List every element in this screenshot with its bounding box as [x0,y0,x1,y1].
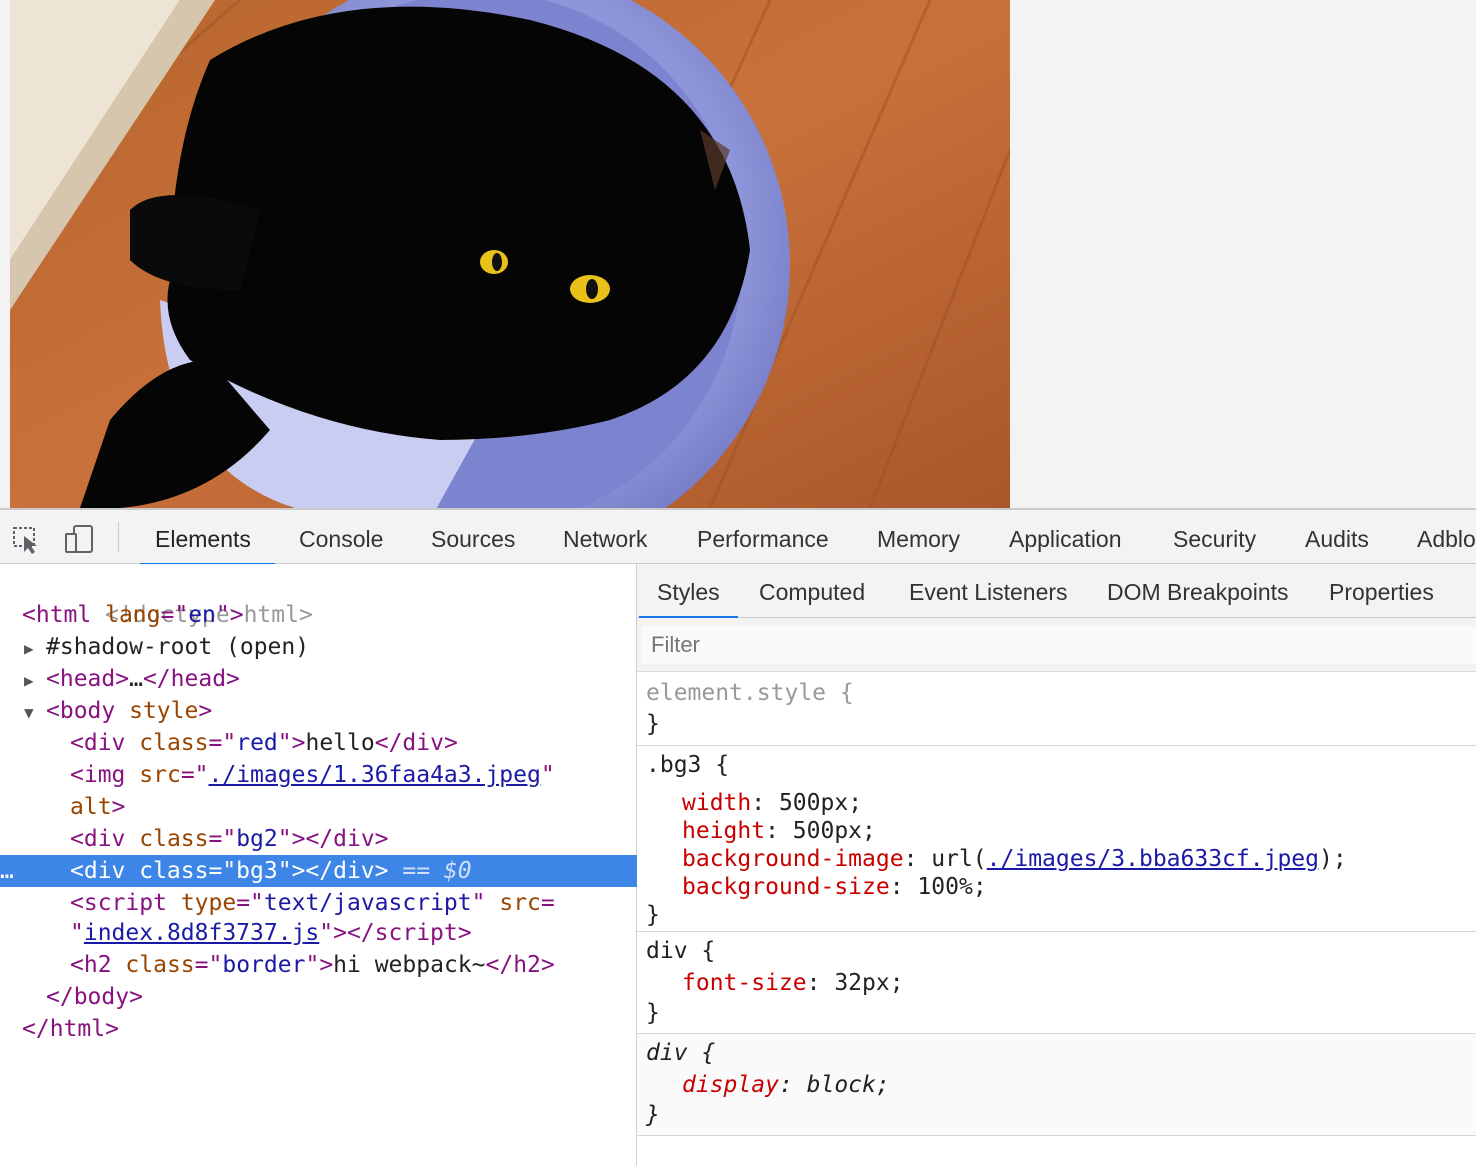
filter-bar [637,618,1476,672]
declaration-height[interactable]: height: 500px; [682,816,876,846]
rule-close: } [646,1102,660,1128]
elements-tree: <!doctype html> <html lang="en"> ▶ #shado… [0,564,706,1166]
head-close-tag: </head> [142,666,240,692]
body-close-node[interactable]: </body> [0,981,682,1013]
tab-security[interactable]: Security [1173,510,1256,564]
expand-triangle-icon[interactable]: ▶ [24,633,46,665]
html-lang-value: en [188,602,216,628]
tab-sources[interactable]: Sources [431,510,515,564]
subtab-properties[interactable]: Properties [1329,564,1434,618]
declaration-background-image[interactable]: background-image: url(./images/3.bba633c… [682,844,1347,874]
declaration-display[interactable]: display: block; [682,1070,890,1100]
img-src-link[interactable]: ./images/1.36faa4a3.jpeg [209,762,541,788]
div-bg2-node[interactable]: <div class="bg2"></div> [0,823,706,855]
rule-div-font-size[interactable]: div { font-size: 32px; } [637,932,1476,1034]
img-node[interactable]: <img src="./images/1.36faa4a3.jpeg" [0,759,706,791]
node-actions-ellipsis[interactable]: … [0,855,14,887]
toolbar-separator [118,522,119,552]
html-node[interactable]: <html lang="en"> [0,599,658,631]
background-image-link[interactable]: ./images/3.bba633cf.jpeg [987,846,1319,872]
body-style-attr: style [129,698,199,724]
declaration-font-size[interactable]: font-size: 32px; [682,968,904,998]
h2-node[interactable]: <h2 class="border">hi webpack~</h2> [0,949,706,981]
subtab-computed[interactable]: Computed [759,564,865,618]
tab-application[interactable]: Application [1009,510,1122,564]
div-bg3-text: <div class="bg3"></div> [70,858,389,884]
div-red-text: hello [305,730,375,756]
devtools-toolbar: Elements Console Sources Network Perform… [0,508,1476,566]
subtab-event-listeners[interactable]: Event Listeners [909,564,1068,618]
shadow-root-text: #shadow-root (open) [46,634,310,660]
html-tag: html [35,602,92,628]
body-open-tag: <body [46,698,116,724]
device-toolbar-icon[interactable] [62,522,96,556]
head-open-tag: <head> [46,666,130,692]
tab-performance[interactable]: Performance [697,510,829,564]
rule-selector: div { [646,1040,716,1066]
selected-marker: == $0 [402,858,472,884]
tab-console[interactable]: Console [299,510,383,564]
declaration-width[interactable]: width: 500px; [682,788,862,818]
subtab-styles[interactable]: Styles [639,564,738,619]
styles-pane: Styles Computed Event Listeners DOM Brea… [637,564,1476,1166]
devtools-panel: Elements Console Sources Network Perform… [0,508,1476,1166]
rule-bg3[interactable]: .bg3 { width: 500px; height: 500px; back… [637,746,1476,932]
head-node[interactable]: ▶ <head>…</head> [0,663,660,695]
div-bg3-node-selected[interactable]: … <div class="bg3"></div> == $0 [0,855,706,887]
styles-filter-input[interactable] [641,626,1476,664]
tab-memory[interactable]: Memory [877,510,960,564]
expand-triangle-icon[interactable]: ▶ [24,665,46,697]
div-bg2-class-value: bg2 [236,826,278,852]
html-lang-attr: lang [105,602,161,628]
tab-adblock[interactable]: Adblo [1417,510,1476,564]
script-node[interactable]: <script type="text/javascript" src= [0,887,706,919]
div-red-class-value: red [236,730,278,756]
script-src-link[interactable]: index.8d8f3737.js [84,920,319,946]
rule-close: } [646,1000,660,1026]
cat-photo [10,0,1010,508]
inspect-element-icon[interactable] [10,522,44,556]
rule-close: } [646,902,660,928]
page-viewport [0,0,1476,508]
img-node-cont[interactable]: alt> [0,791,706,823]
doctype-node[interactable]: <!doctype html> [0,567,658,628]
styles-subtabs: Styles Computed Event Listeners DOM Brea… [637,564,1476,619]
rule-selector: element.style { [646,680,854,706]
tab-elements[interactable]: Elements [140,510,275,566]
script-node-cont[interactable]: "index.8d8f3737.js"></script> [0,917,706,949]
h2-text: hi webpack~ [333,952,486,978]
rule-div-user-agent[interactable]: div { display: block; } [637,1034,1476,1136]
rule-selector: div { [646,938,716,964]
tab-audits[interactable]: Audits [1305,510,1369,564]
shadow-root-node[interactable]: ▶ #shadow-root (open) [0,631,660,663]
rule-element-style[interactable]: element.style { } [637,673,1476,746]
collapse-triangle-icon[interactable]: ▼ [24,697,46,729]
declaration-background-size[interactable]: background-size: 100%; [682,872,987,902]
rule-selector: .bg3 { [646,752,730,778]
rule-close: } [646,711,660,737]
body-node[interactable]: ▼ <body style> [0,695,660,727]
subtab-dom-breakpoints[interactable]: DOM Breakpoints [1107,564,1289,618]
div-red-node[interactable]: <div class="red">hello</div> [0,727,706,759]
html-close-node[interactable]: </html> [0,1013,658,1045]
tab-network[interactable]: Network [563,510,647,564]
head-ellipsis: … [129,666,143,692]
